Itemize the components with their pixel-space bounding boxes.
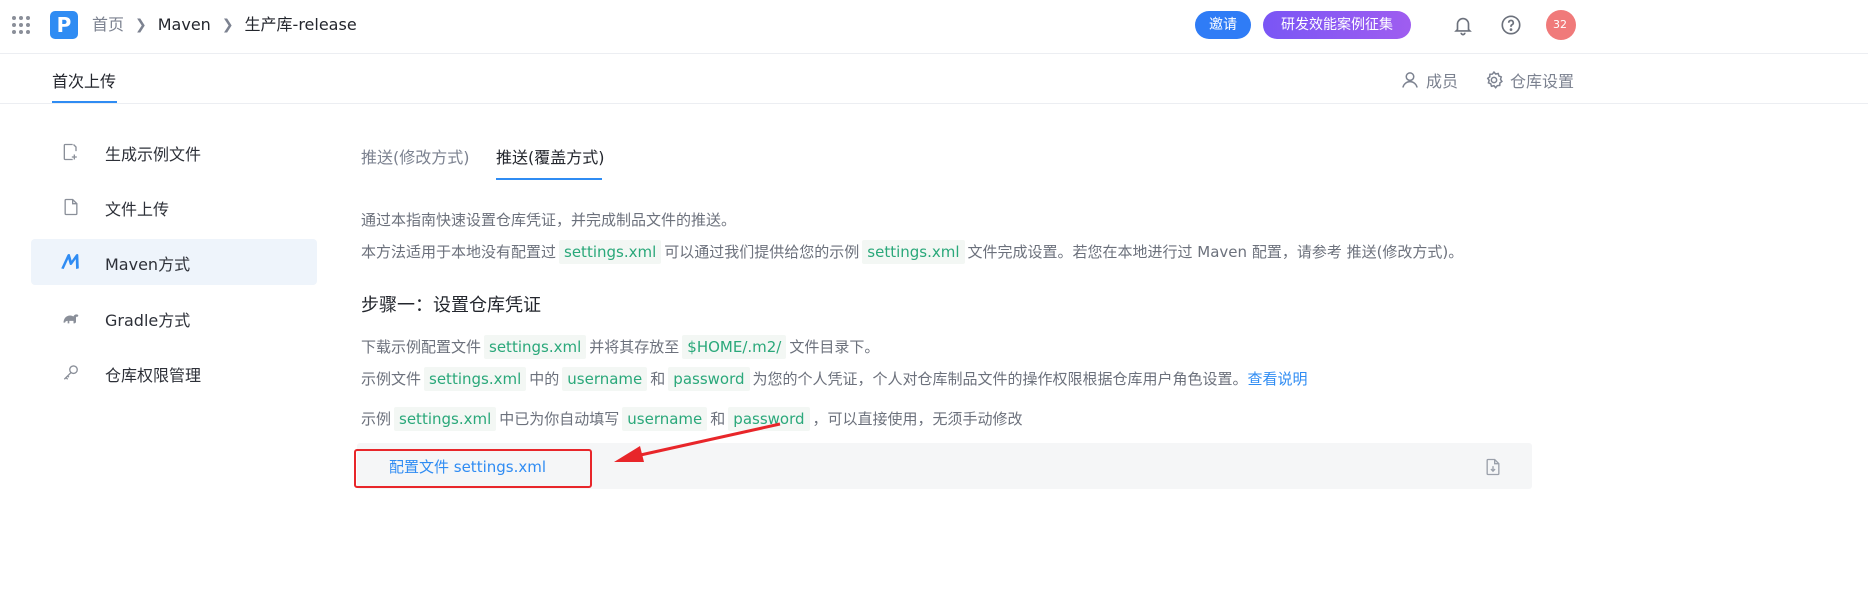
sidebar-item-label: 仓库权限管理 bbox=[105, 366, 202, 385]
gear-icon bbox=[1486, 70, 1503, 89]
breadcrumb: 首页 ❯ Maven ❯ 生产库-release bbox=[92, 14, 357, 36]
annotation-arrow bbox=[614, 422, 781, 462]
sidebar-item-maven[interactable]: Maven方式 bbox=[31, 239, 317, 285]
key-icon bbox=[63, 365, 78, 380]
bell-icon[interactable] bbox=[1452, 14, 1474, 36]
tab-active-indicator bbox=[52, 101, 117, 103]
sidebar-item-label: 文件上传 bbox=[105, 200, 170, 219]
tab-push-modify[interactable]: 推送(修改方式) bbox=[361, 144, 470, 168]
file-icon bbox=[64, 198, 78, 216]
text-segment: 并将其存放至 bbox=[589, 338, 680, 356]
highlight-box bbox=[354, 449, 592, 488]
code-password: password bbox=[668, 367, 750, 391]
help-icon[interactable] bbox=[1500, 14, 1522, 36]
breadcrumb-repo[interactable]: 生产库-release bbox=[245, 14, 357, 36]
code-settings-xml: settings.xml bbox=[424, 367, 527, 391]
text-segment: 为您的个人凭证，个人对仓库制品文件的操作权限根据仓库用户角色设置。 bbox=[752, 370, 1248, 388]
chevron-right-icon: ❯ bbox=[221, 17, 234, 33]
view-docs-link[interactable]: 查看说明 bbox=[1248, 370, 1308, 388]
sidebar-item-repo-permissions[interactable]: 仓库权限管理 bbox=[31, 350, 317, 396]
intro-detail: 本方法适用于本地没有配置过 settings.xml 可以通过我们提供给您的示例 se… bbox=[361, 240, 1463, 264]
case-collection-button[interactable]: 研发效能案例征集 bbox=[1263, 11, 1411, 39]
tab-push-overwrite[interactable]: 推送(覆盖方式) bbox=[496, 144, 605, 168]
text-segment: 中的 bbox=[529, 370, 560, 388]
code-settings-xml: settings.xml bbox=[862, 240, 965, 264]
apps-grid-icon[interactable] bbox=[12, 16, 30, 34]
user-icon bbox=[1402, 72, 1418, 88]
sidebar-item-gradle[interactable]: Gradle方式 bbox=[31, 295, 317, 341]
step1-line2: 示例文件 settings.xml 中的 username 和 password 为您的个人… bbox=[361, 367, 1308, 391]
download-icon[interactable] bbox=[1483, 457, 1503, 477]
tab-first-upload[interactable]: 首次上传 bbox=[52, 68, 116, 92]
text-segment: 下载示例配置文件 bbox=[361, 338, 482, 356]
intro-text: 通过本指南快速设置仓库凭证，并完成制品文件的推送。 bbox=[361, 211, 737, 229]
step1-title: 步骤一：设置仓库凭证 bbox=[361, 295, 541, 316]
text-segment: 示例文件 bbox=[361, 370, 422, 388]
gradle-icon bbox=[63, 314, 79, 324]
top-bar: P 首页 ❯ Maven ❯ 生产库-release 邀请 研发效能案例征集 3… bbox=[0, 0, 1868, 54]
step1-line1: 下载示例配置文件 settings.xml 并将其存放至 $HOME/.m2/文件目录… bbox=[361, 335, 879, 359]
breadcrumb-group[interactable]: Maven bbox=[158, 14, 211, 36]
text-segment: 文件目录下。 bbox=[789, 338, 880, 356]
avatar[interactable]: 32 bbox=[1546, 10, 1576, 40]
sidebar-item-label: 生成示例文件 bbox=[105, 145, 202, 164]
maven-icon bbox=[61, 254, 79, 269]
sidebar-item-label: Gradle方式 bbox=[105, 311, 191, 330]
chevron-right-icon: ❯ bbox=[135, 17, 147, 33]
members-label: 成员 bbox=[1426, 72, 1459, 91]
repo-settings-label: 仓库设置 bbox=[1510, 72, 1575, 91]
invite-button[interactable]: 邀请 bbox=[1195, 11, 1251, 39]
sidebar-item-label: Maven方式 bbox=[105, 255, 191, 274]
code-home-m2: $HOME/.m2/ bbox=[682, 335, 787, 359]
text-segment: 文件完成设置。若您在本地进行过 Maven 配置，请参考 推送(修改方式)。 bbox=[967, 243, 1464, 261]
sidebar-item-file-upload[interactable]: 文件上传 bbox=[31, 184, 317, 230]
breadcrumb-home[interactable]: 首页 bbox=[92, 14, 124, 36]
text-segment: 和 bbox=[650, 370, 666, 388]
sub-header: 首次上传 成员 仓库设置 bbox=[0, 54, 1868, 104]
code-settings-xml: settings.xml bbox=[559, 240, 662, 264]
app-logo[interactable]: P bbox=[50, 11, 78, 39]
code-username: username bbox=[562, 367, 648, 391]
text-segment: 可以通过我们提供给您的示例 bbox=[664, 243, 860, 261]
text-segment: 本方法适用于本地没有配置过 bbox=[361, 243, 557, 261]
tab-active-indicator bbox=[496, 178, 602, 180]
text-segment: ，可以直接使用，无须手动修改 bbox=[812, 410, 1023, 428]
repo-settings-button[interactable]: 仓库设置 bbox=[1484, 68, 1574, 92]
code-settings-xml: settings.xml bbox=[484, 335, 587, 359]
members-button[interactable]: 成员 bbox=[1400, 68, 1458, 92]
file-add-icon bbox=[63, 143, 77, 161]
code-settings-xml: settings.xml bbox=[394, 407, 497, 431]
text-segment: 示例 bbox=[361, 410, 392, 428]
sidebar-item-generate-sample[interactable]: 生成示例文件 bbox=[31, 129, 317, 175]
